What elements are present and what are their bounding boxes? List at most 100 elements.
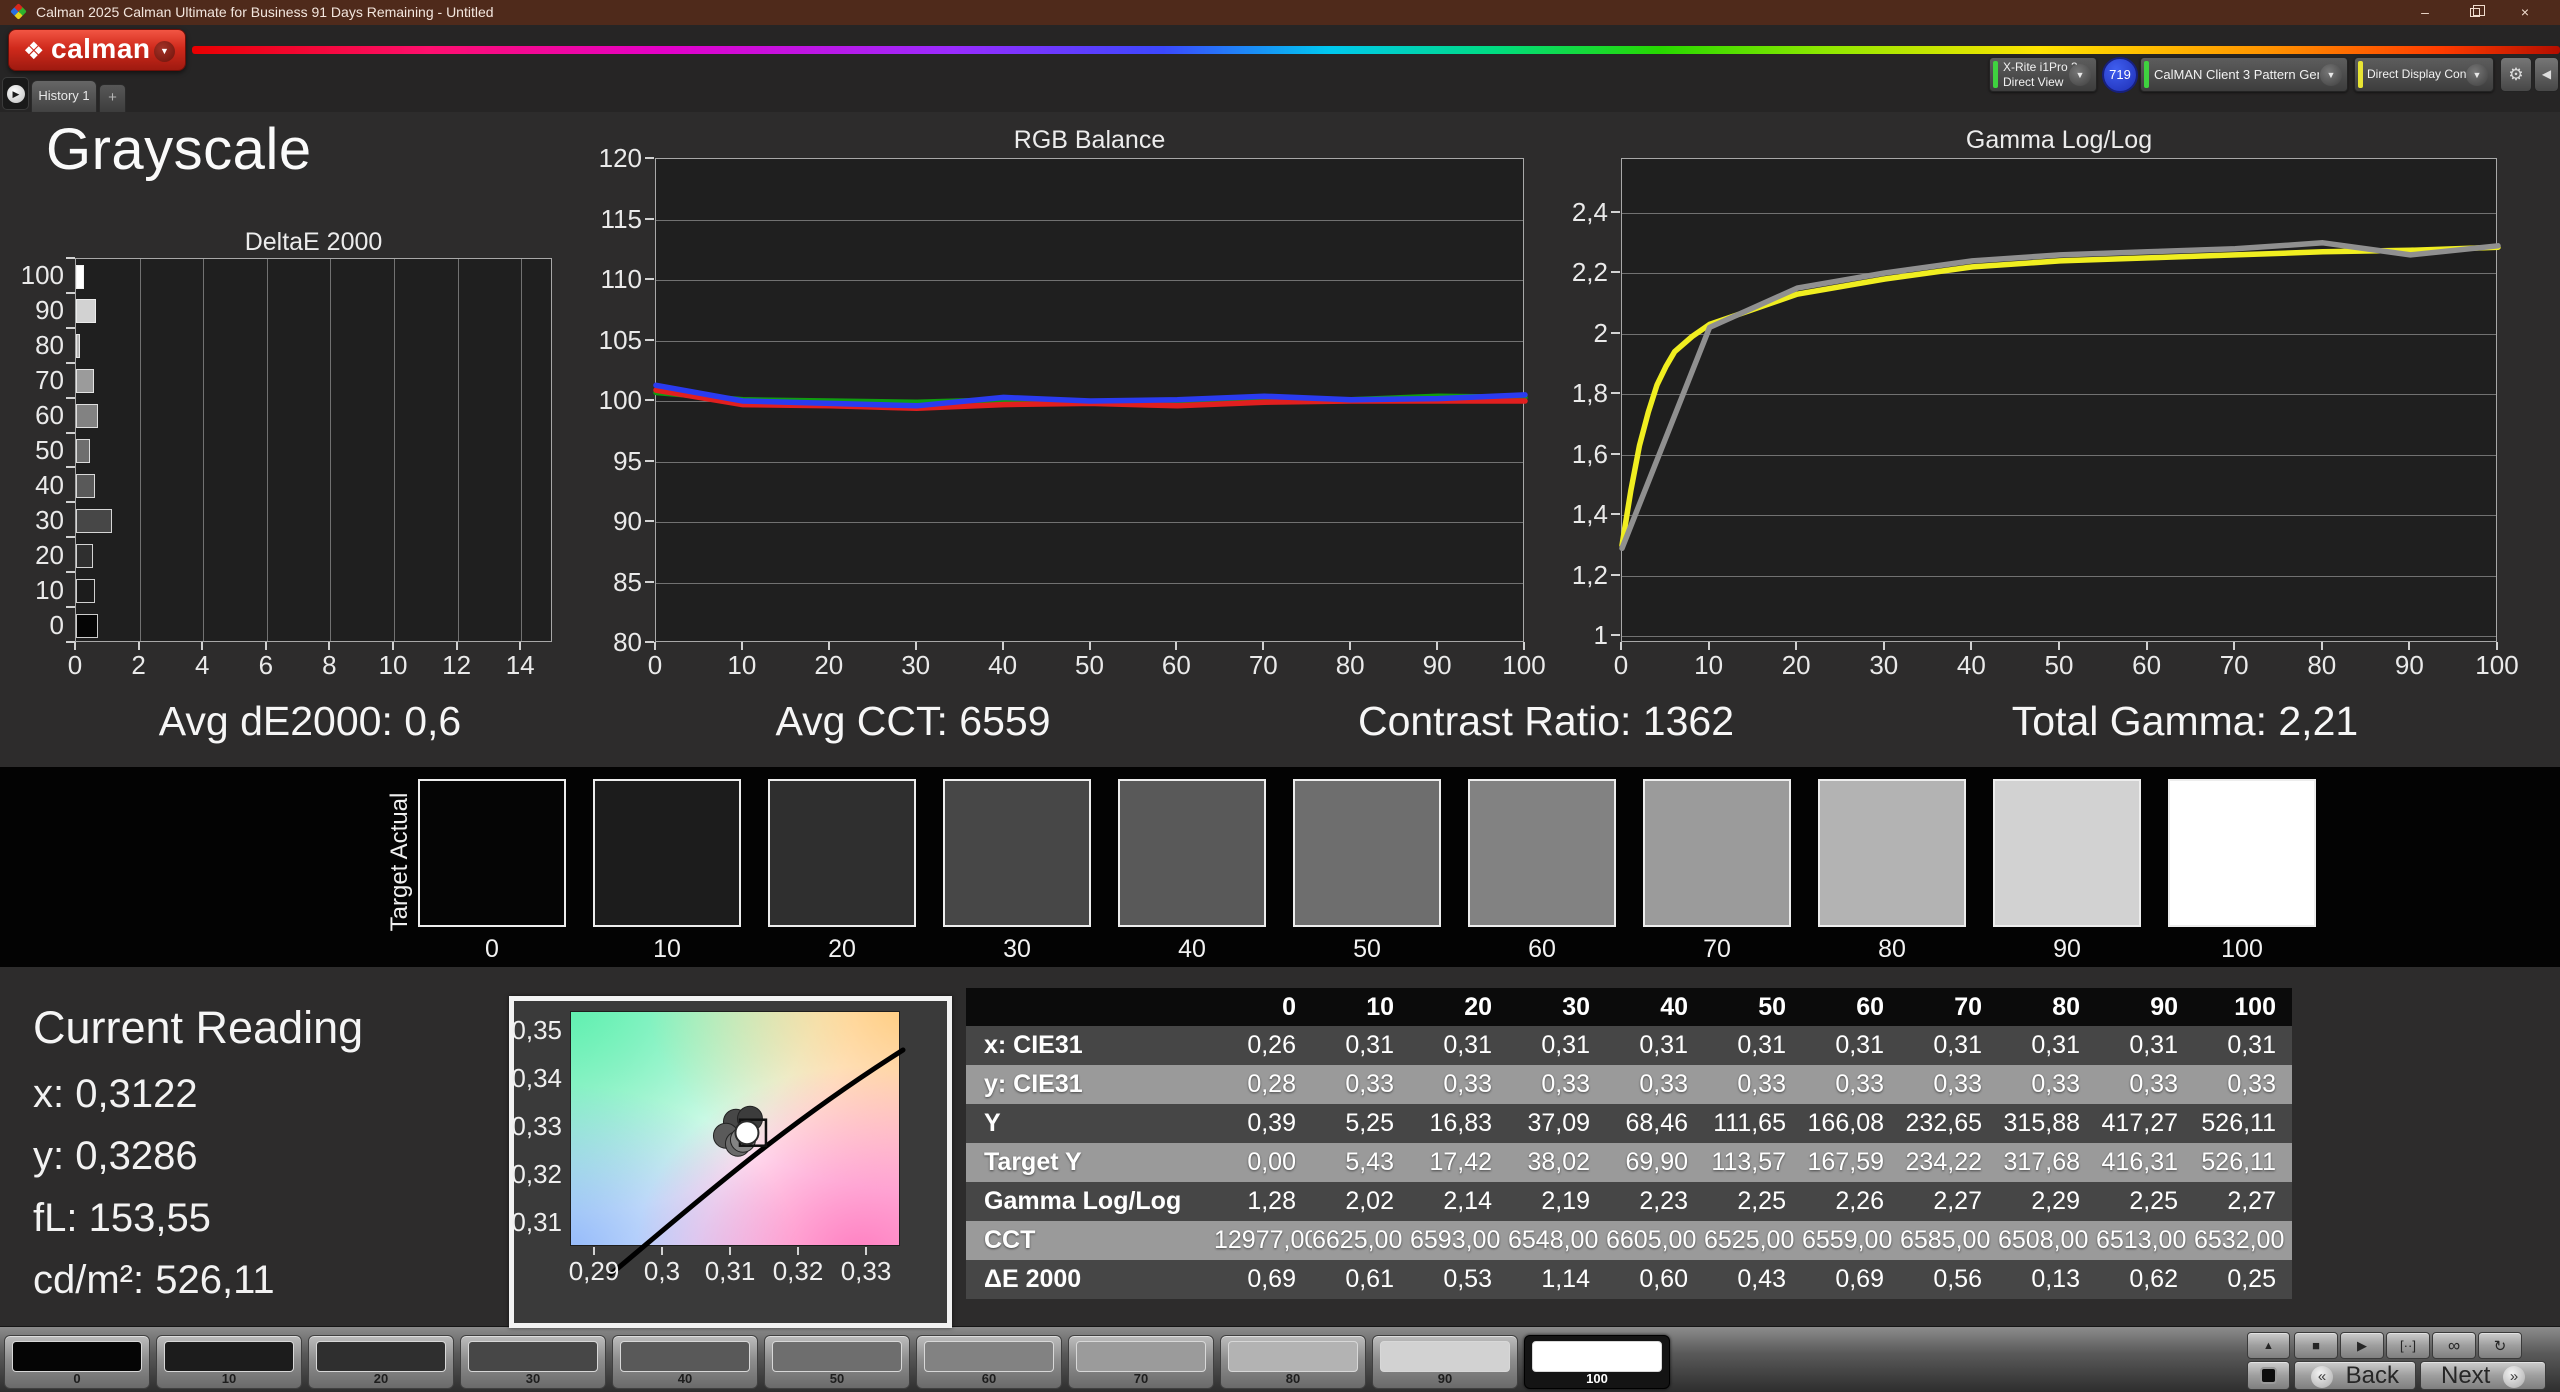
meter-device-dropdown[interactable]: X-Rite i1Pro 3 Direct View ▼ xyxy=(1989,57,2097,92)
gamma-y-tick-label: 2 xyxy=(1528,318,1608,348)
deltae-axis-tick xyxy=(66,501,75,503)
level-label: 50 xyxy=(765,1371,909,1386)
deltae-axis-tick xyxy=(66,397,75,399)
table-cell: 0,31 xyxy=(1312,1026,1410,1065)
gray-swatch-100 xyxy=(2168,779,2316,927)
rgb-axis-tick xyxy=(645,641,654,643)
deltae-x-tick-label: 2 xyxy=(109,650,169,680)
gray-swatch-90 xyxy=(1993,779,2141,927)
rgb-axis-tick xyxy=(645,218,654,220)
table-cell: 0,31 xyxy=(2194,1026,2292,1065)
level-button-70[interactable]: 70 xyxy=(1068,1335,1214,1389)
level-button-90[interactable]: 90 xyxy=(1372,1335,1518,1389)
rgb-axis-tick xyxy=(645,399,654,401)
table-cell: 0,13 xyxy=(1998,1260,2096,1299)
gray-swatch-10 xyxy=(593,779,741,927)
level-button-100[interactable]: 100 xyxy=(1524,1335,1670,1389)
close-button[interactable]: × xyxy=(2508,0,2542,25)
minimize-button[interactable]: – xyxy=(2408,0,2442,25)
display-control-dropdown[interactable]: Direct Display Control ▼ xyxy=(2354,57,2494,92)
table-cell: 417,27 xyxy=(2096,1104,2194,1143)
table-cell: 0,53 xyxy=(1410,1260,1508,1299)
continuous-measure-button[interactable]: ∞ xyxy=(2432,1332,2476,1359)
level-button-80[interactable]: 80 xyxy=(1220,1335,1366,1389)
level-button-50[interactable]: 50 xyxy=(764,1335,910,1389)
stop-button[interactable]: ■ xyxy=(2294,1332,2338,1359)
chevron-down-icon: ▼ xyxy=(2466,64,2488,86)
loop-button[interactable]: ↻ xyxy=(2478,1332,2522,1359)
table-cell: 16,83 xyxy=(1410,1104,1508,1143)
meter-badge[interactable]: 719 xyxy=(2102,57,2138,93)
table-cell: 6513,00 xyxy=(2096,1221,2194,1260)
deltae-axis-tick xyxy=(74,642,76,650)
meter-status-bar xyxy=(1993,61,1998,88)
level-button-40[interactable]: 40 xyxy=(612,1335,758,1389)
single-measure-icon: [··] xyxy=(2400,1338,2416,1353)
stat-contrast-ratio: Contrast Ratio: 1362 xyxy=(1316,698,1776,745)
level-button-60[interactable]: 60 xyxy=(916,1335,1062,1389)
pattern-window-button[interactable] xyxy=(2247,1361,2290,1390)
deltae-gridline xyxy=(203,259,204,641)
deltae-bar xyxy=(76,579,95,603)
single-measure-button[interactable]: [··] xyxy=(2386,1332,2430,1359)
gamma-y-tick-label: 2,2 xyxy=(1528,257,1608,287)
table-cell: 167,59 xyxy=(1802,1143,1900,1182)
cie-axis-tick xyxy=(661,1247,663,1255)
restore-button[interactable] xyxy=(2458,0,2492,25)
collapse-toolbar-button[interactable]: ◀ xyxy=(2534,57,2559,92)
gray-swatch-label: 20 xyxy=(768,935,916,964)
table-cell: 2,27 xyxy=(2194,1182,2292,1221)
pattern-generator-dropdown[interactable]: CalMAN Client 3 Pattern Generator ▼ xyxy=(2140,57,2348,92)
table-cell: 0,25 xyxy=(2194,1260,2292,1299)
deltae-axis-tick xyxy=(201,642,203,650)
table-cell: 69,90 xyxy=(1606,1143,1704,1182)
gamma-axis-tick xyxy=(1708,642,1710,650)
next-button[interactable]: Next » xyxy=(2420,1361,2546,1390)
table-cell: 0,26 xyxy=(1214,1026,1312,1065)
table-cell: 0,60 xyxy=(1606,1260,1704,1299)
table-cell: 0,33 xyxy=(1704,1065,1802,1104)
level-button-10[interactable]: 10 xyxy=(156,1335,302,1389)
level-button-0[interactable]: 0 xyxy=(4,1335,150,1389)
cie-axis-tick xyxy=(865,1247,867,1255)
rgb-y-tick-label: 95 xyxy=(560,446,642,476)
add-tab-button[interactable]: + xyxy=(99,84,126,112)
tab-scroll-button[interactable]: ▶ xyxy=(2,77,29,110)
table-cell: 0,33 xyxy=(1998,1065,2096,1104)
play-icon: ▶ xyxy=(2357,1338,2367,1353)
level-button-20[interactable]: 20 xyxy=(308,1335,454,1389)
back-label: Back xyxy=(2346,1362,2399,1389)
rgb-y-tick-label: 100 xyxy=(560,385,642,415)
gamma-axis-tick xyxy=(1611,392,1620,394)
current-reading-title: Current Reading xyxy=(33,1002,363,1054)
play-button[interactable]: ▶ xyxy=(2340,1332,2384,1359)
level-label: 60 xyxy=(917,1371,1061,1386)
tab-history-1[interactable]: History 1 xyxy=(31,80,97,112)
settings-button[interactable]: ⚙ xyxy=(2500,57,2532,92)
table-header-corner xyxy=(966,988,1214,1026)
table-header-cell: 90 xyxy=(2096,988,2194,1026)
gamma-axis-tick xyxy=(2408,642,2410,650)
table-cell: 38,02 xyxy=(1508,1143,1606,1182)
rgb-y-tick-label: 105 xyxy=(560,325,642,355)
deltae-axis-tick xyxy=(66,292,75,294)
chevron-down-icon: ▼ xyxy=(2069,64,2091,86)
rgb-axis-tick xyxy=(741,642,743,650)
gray-swatch-40 xyxy=(1118,779,1266,927)
deltae-bar xyxy=(76,299,96,323)
deltae-axis-tick xyxy=(66,362,75,364)
deltae-axis-tick xyxy=(66,466,75,468)
cie-x-tick-label: 0,32 xyxy=(763,1256,833,1286)
level-button-30[interactable]: 30 xyxy=(460,1335,606,1389)
rgb-x-tick-label: 10 xyxy=(712,650,772,680)
infinity-icon: ∞ xyxy=(2448,1336,2460,1355)
back-button[interactable]: « Back xyxy=(2294,1361,2416,1390)
calman-menu-button[interactable]: ❖ calman ▼ xyxy=(8,29,186,71)
cie-y-tick-label: 0,34 xyxy=(472,1063,562,1093)
table-cell: 0,31 xyxy=(1606,1026,1704,1065)
expand-pattern-button[interactable]: ▲ xyxy=(2247,1332,2290,1359)
gamma-x-tick-label: 20 xyxy=(1766,650,1826,680)
gamma-x-tick-label: 100 xyxy=(2467,650,2527,680)
deltae-axis-tick xyxy=(66,606,75,608)
table-cell: 166,08 xyxy=(1802,1104,1900,1143)
